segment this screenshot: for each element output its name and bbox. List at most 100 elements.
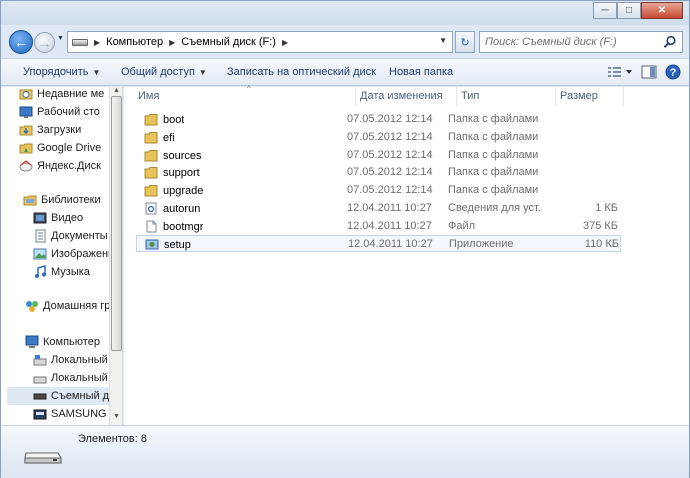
- file-type: Папка с файлами: [448, 149, 539, 161]
- chevron-right-icon[interactable]: ▶: [282, 38, 288, 47]
- chevron-right-icon[interactable]: ▶: [94, 38, 100, 47]
- nav-item-label: Библиотеки: [41, 194, 101, 206]
- desktop-icon: [19, 106, 33, 118]
- column-header-type[interactable]: Тип: [457, 87, 556, 106]
- chevron-right-icon[interactable]: ▶: [169, 38, 175, 47]
- file-type: Приложение: [449, 238, 514, 250]
- nav-item-desktop[interactable]: Рабочий сто: [19, 103, 122, 121]
- forward-arrow-icon: →: [37, 34, 52, 51]
- organize-button[interactable]: Упорядочить ▼: [23, 66, 100, 78]
- nav-item-label: Музыка: [51, 266, 90, 278]
- table-row-selected[interactable]: setup 12.04.2011 10:27 Приложение 110 КБ: [136, 235, 621, 252]
- nav-item-downloads[interactable]: Загрузки: [19, 121, 122, 139]
- scroll-up-icon[interactable]: ▲: [113, 87, 120, 94]
- file-name: setup: [164, 238, 191, 251]
- video-library-icon: [33, 212, 47, 224]
- file-name-cell: autorun: [144, 202, 200, 215]
- file-name: autorun: [163, 202, 201, 215]
- file-type: Файл: [448, 220, 476, 232]
- file-name-cell: boot: [144, 113, 184, 126]
- file-name: efi: [163, 131, 175, 144]
- table-row[interactable]: autorun 12.04.2011 10:27 Сведения для ус…: [136, 200, 621, 217]
- back-button[interactable]: ←: [9, 30, 33, 54]
- file-name-cell: sources: [144, 149, 202, 162]
- help-button[interactable]: ?: [665, 63, 681, 81]
- search-input[interactable]: [480, 36, 660, 48]
- nav-item-label: Изображени: [51, 248, 115, 260]
- change-view-button[interactable]: [607, 63, 633, 81]
- share-button[interactable]: Общий доступ ▼: [121, 66, 207, 78]
- file-type: Папка с файлами: [448, 166, 539, 178]
- table-row[interactable]: efi 07.05.2012 12:14 Папка с файлами: [136, 129, 621, 146]
- chevron-down-icon: ▼: [92, 68, 101, 77]
- nav-item-label: Рабочий сто: [37, 106, 100, 118]
- folder-icon: [144, 150, 158, 162]
- file-size: 110 КБ: [584, 238, 619, 250]
- nav-item-yandex-disk[interactable]: Яндекс.Диск: [19, 157, 122, 175]
- maximize-icon: □: [625, 5, 633, 16]
- column-date-label: Дата изменения: [360, 90, 443, 102]
- search-icon[interactable]: [663, 35, 677, 49]
- back-arrow-icon: ←: [14, 34, 28, 50]
- address-bar[interactable]: ▶ Компьютер ▶ Съемный диск (F:) ▶ ▼: [67, 31, 453, 53]
- nav-item-recent[interactable]: Недавние ме: [19, 87, 122, 103]
- pictures-library-icon: [33, 248, 47, 260]
- status-bar: Элементов: 8: [1, 425, 689, 478]
- table-row[interactable]: bootmgr 12.04.2011 10:27 Файл 375 КБ: [136, 218, 621, 235]
- window-controls: ─ □ ✕: [593, 2, 683, 19]
- breadcrumb-computer[interactable]: Компьютер: [106, 36, 163, 48]
- column-header-name[interactable]: Имя ^: [134, 84, 356, 106]
- sort-ascending-icon: ^: [247, 84, 251, 93]
- setup-app-icon: [145, 239, 159, 250]
- removable-disk-icon: [33, 393, 47, 400]
- nav-item-removable-disk[interactable]: Съемный ди: [7, 387, 109, 405]
- table-row[interactable]: boot 07.05.2012 12:14 Папка с файлами: [136, 111, 621, 128]
- scrollbar-thumb[interactable]: [111, 96, 122, 351]
- file-name-cell: bootmgr: [144, 220, 203, 233]
- recent-pages-dropdown[interactable]: ▼: [57, 35, 64, 42]
- close-button[interactable]: ✕: [641, 2, 683, 19]
- libraries-icon: [23, 195, 37, 206]
- close-icon: ✕: [657, 5, 667, 16]
- google-drive-folder-icon: [19, 143, 33, 154]
- navigation-bar: ← → ▼ ▶ Компьютер ▶ Съемный диск (F:) ▶ …: [1, 25, 689, 57]
- minimize-button[interactable]: ─: [593, 2, 617, 19]
- file-size: 1 КБ: [595, 202, 618, 214]
- preview-pane-icon: [641, 65, 657, 79]
- file-size: 375 КБ: [582, 220, 618, 232]
- computer-icon: [25, 335, 39, 348]
- recent-places-icon: [19, 89, 33, 100]
- breadcrumb-removable-disk[interactable]: Съемный диск (F:): [181, 36, 276, 48]
- nav-item-label: Съемный ди: [51, 390, 109, 402]
- view-controls: ?: [599, 63, 681, 81]
- preview-pane-button[interactable]: [641, 63, 657, 81]
- table-row[interactable]: support 07.05.2012 12:14 Папка с файлами: [136, 164, 621, 181]
- nav-scrollbar[interactable]: ▲ ▼: [109, 87, 122, 425]
- forward-button[interactable]: →: [34, 32, 55, 53]
- scroll-down-icon[interactable]: ▼: [113, 413, 120, 420]
- refresh-button[interactable]: ↻: [455, 31, 475, 53]
- nav-item-label: Документы: [51, 230, 108, 242]
- address-history-dropdown[interactable]: ▼: [439, 36, 447, 45]
- file-date: 12.04.2011 10:27: [347, 220, 432, 232]
- nav-item-label: Локальный: [51, 354, 108, 366]
- nav-item-google-drive[interactable]: Google Drive: [19, 139, 122, 157]
- maximize-button[interactable]: □: [617, 2, 641, 19]
- file-date: 12.04.2011 10:27: [347, 202, 432, 214]
- table-row[interactable]: sources 07.05.2012 12:14 Папка с файлами: [136, 147, 621, 164]
- file-icon: [146, 220, 157, 233]
- nav-item-label: Google Drive: [37, 142, 102, 154]
- documents-library-icon: [35, 229, 46, 243]
- nav-item-libraries[interactable]: Библиотеки: [23, 191, 122, 209]
- settings-file-icon: [145, 202, 157, 215]
- column-header-date[interactable]: Дата изменения: [356, 87, 457, 106]
- burn-button[interactable]: Записать на оптический диск: [227, 66, 376, 78]
- new-folder-button[interactable]: Новая папка: [389, 66, 453, 78]
- explorer-window: ─ □ ✕ ← → ▼ ▶ Компьютер ▶ Съемный диск (…: [0, 0, 690, 478]
- file-name: boot: [163, 113, 185, 126]
- nav-item-label: Видео: [51, 212, 84, 224]
- column-header-size[interactable]: Размер: [556, 87, 624, 106]
- search-box[interactable]: [479, 31, 683, 53]
- table-row[interactable]: upgrade 07.05.2012 12:14 Папка с файлами: [136, 182, 621, 199]
- downloads-folder-icon: [19, 125, 33, 136]
